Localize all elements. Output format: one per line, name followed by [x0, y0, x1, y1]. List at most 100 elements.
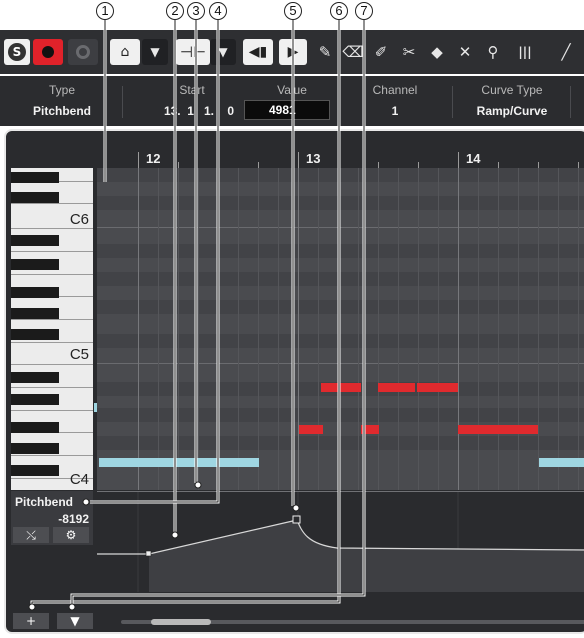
black-key: [11, 287, 59, 298]
divider: [338, 86, 339, 118]
controller-menu-button[interactable]: ⤯: [13, 527, 49, 543]
midi-note[interactable]: [361, 425, 379, 434]
value-input[interactable]: 4981: [244, 100, 330, 120]
split-dropdown-button[interactable]: ▼: [210, 39, 236, 65]
midi-note[interactable]: [458, 425, 538, 434]
key-divider: [11, 342, 93, 343]
split-button[interactable]: ⊣⊢: [176, 39, 210, 65]
lane-controls: + ▼: [11, 613, 584, 632]
grid-row: [97, 272, 584, 286]
midi-note[interactable]: [139, 458, 179, 467]
key-divider: [11, 228, 93, 229]
midi-note[interactable]: [378, 383, 415, 392]
grid-line: [538, 168, 539, 490]
quantize-tool-button[interactable]: |||: [512, 39, 538, 65]
bar-label-14: 14: [466, 151, 481, 166]
bar-line: [298, 168, 299, 490]
zoom-tool-button[interactable]: ⚲: [481, 39, 505, 65]
callout-6: 6: [330, 2, 348, 20]
midi-note[interactable]: [321, 383, 361, 392]
solo-button[interactable]: S: [4, 39, 30, 65]
horizontal-scrollbar[interactable]: [121, 619, 584, 625]
grid-row: [97, 244, 584, 258]
grid-line: [498, 168, 499, 490]
bar-tick: [458, 152, 459, 168]
lane-presets-button[interactable]: ▼: [57, 613, 93, 629]
key-label-c4: C4: [69, 471, 89, 488]
midi-note[interactable]: [99, 458, 139, 467]
split-icon: ⊣⊢: [179, 43, 207, 61]
octave-line: [97, 227, 584, 228]
controller-lane[interactable]: [97, 491, 584, 592]
bar-label-12: 12: [146, 151, 161, 166]
mute-tool-button[interactable]: ✕: [453, 39, 477, 65]
glue-tool-button[interactable]: ◆: [425, 39, 449, 65]
info-channel[interactable]: Channel 1: [342, 76, 448, 126]
edit-in-place-icon: ⌂: [120, 44, 130, 60]
callout-3: 3: [187, 2, 205, 20]
info-value-label: Value: [277, 83, 307, 97]
acoustic-feedback-button[interactable]: ◀▮: [243, 39, 273, 65]
edit-in-place-button[interactable]: ⌂: [110, 39, 140, 65]
trim-tool-button[interactable]: ✐: [369, 39, 393, 65]
split-tool-button[interactable]: ✂: [397, 39, 421, 65]
octave-line: [97, 363, 584, 364]
key-divider: [11, 251, 93, 252]
knife-icon: ✐: [374, 43, 388, 61]
piano-keyboard[interactable]: C6 C5 C4: [11, 168, 93, 490]
key-divider: [11, 387, 93, 388]
black-key: [11, 235, 59, 246]
quantize-icon: |||: [518, 45, 532, 59]
bar-tick: [298, 152, 299, 168]
info-channel-label: Channel: [372, 83, 418, 97]
object-selection-button[interactable]: ▶: [279, 39, 307, 65]
key-divider: [11, 455, 93, 456]
zoom-icon: ⚲: [487, 43, 499, 61]
grid-row: [97, 436, 584, 450]
info-start[interactable]: Start 13. 1. 1. 0: [126, 76, 238, 126]
midi-note[interactable]: [299, 425, 323, 434]
controller-name[interactable]: Pitchbend: [15, 495, 73, 509]
grid-line: [198, 168, 199, 490]
key-divider: [11, 410, 93, 411]
grid-line: [478, 168, 479, 490]
black-key: [11, 443, 59, 454]
info-type-label: Type: [48, 83, 75, 97]
ruler[interactable]: 12 13 14: [102, 139, 584, 169]
draw-tool-button[interactable]: ✎: [313, 39, 337, 65]
info-type-value: Pitchbend: [32, 104, 91, 118]
note-display[interactable]: [97, 168, 584, 490]
midi-note[interactable]: [179, 458, 219, 467]
monitor-icon: [76, 45, 90, 59]
line-icon: ╱: [561, 43, 571, 61]
monitor-button[interactable]: [68, 39, 98, 65]
erase-tool-button[interactable]: ⌫: [341, 39, 365, 65]
callout-4: 4: [209, 2, 227, 20]
plus-icon: +: [25, 614, 37, 628]
grid-line: [238, 168, 239, 490]
bar-line: [138, 168, 139, 490]
line-tool-button[interactable]: ╱: [554, 39, 578, 65]
grid-row: [97, 168, 584, 182]
grid-line: [398, 168, 399, 490]
midi-note[interactable]: [219, 458, 259, 467]
mute-icon: ✕: [458, 43, 472, 61]
swap-icon: ⤯: [26, 528, 36, 542]
controller-settings-button[interactable]: ⚙: [53, 527, 89, 543]
add-lane-button[interactable]: +: [13, 613, 49, 629]
scroll-thumb[interactable]: [151, 619, 211, 625]
chevron-down-icon: ▼: [70, 614, 80, 628]
info-type[interactable]: Type Pitchbend: [14, 76, 110, 126]
black-key: [11, 172, 59, 183]
edit-dropdown-button[interactable]: ▼: [142, 39, 168, 65]
divider: [452, 86, 453, 118]
record-icon: [42, 46, 54, 58]
info-curve-type[interactable]: Curve Type Ramp/Curve: [456, 76, 568, 126]
record-button[interactable]: [33, 39, 63, 65]
curve-fill: [149, 520, 584, 592]
black-key: [11, 372, 59, 383]
midi-note[interactable]: [539, 458, 584, 467]
info-curve-type-value: Ramp/Curve: [476, 104, 548, 118]
key-divider: [11, 319, 93, 320]
midi-note[interactable]: [417, 383, 458, 392]
